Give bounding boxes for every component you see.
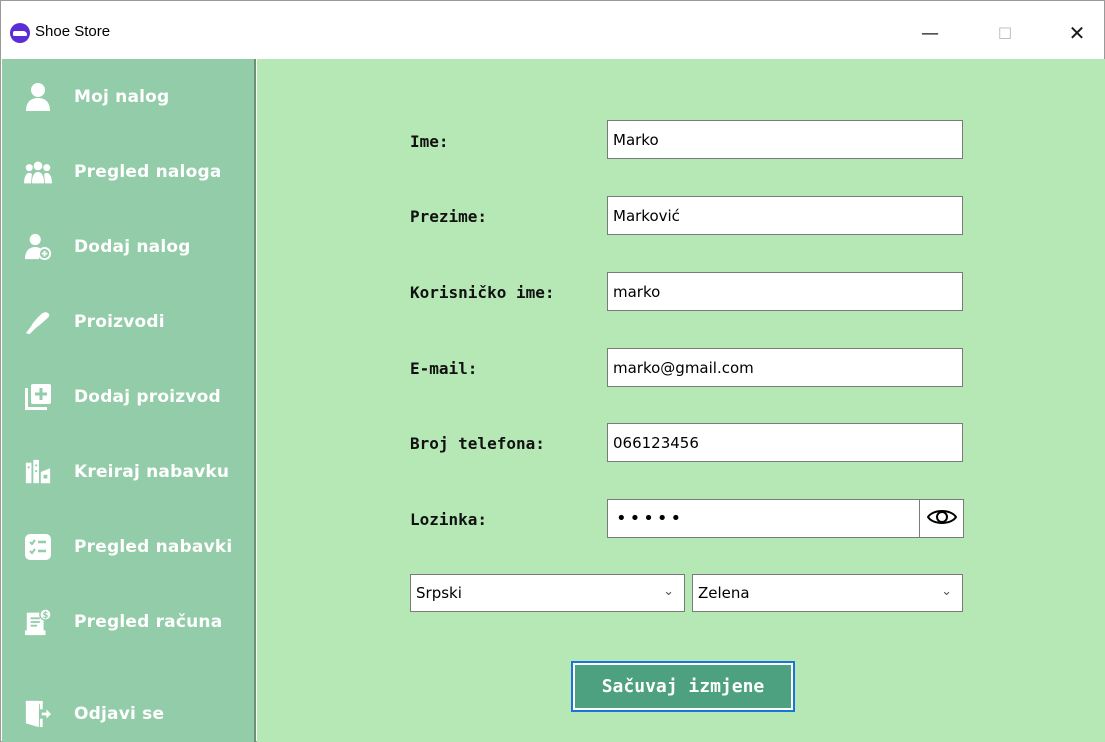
- first-name-label: Ime:: [410, 132, 449, 151]
- show-password-button[interactable]: [919, 499, 964, 538]
- sidebar-item-label: Pregled naloga: [74, 162, 222, 182]
- minimize-button[interactable]: —: [908, 11, 952, 55]
- sidebar-item-label: Kreiraj nabavku: [74, 462, 230, 482]
- language-select[interactable]: Srpski ⌄: [410, 574, 685, 612]
- last-name-label: Prezime:: [410, 207, 488, 226]
- username-field[interactable]: marko: [607, 272, 963, 311]
- sidebar-item-label: Pregled nabavki: [74, 537, 233, 557]
- sidebar-item-proizvodi[interactable]: Proizvodi: [2, 292, 254, 352]
- users-group-icon: [24, 158, 52, 186]
- last-name-field[interactable]: Marković: [607, 196, 963, 235]
- chevron-down-icon: ⌄: [663, 584, 674, 599]
- sidebar-item-odjavi-se[interactable]: Odjavi se: [2, 684, 254, 742]
- sidebar-item-moj-nalog[interactable]: Moj nalog: [2, 67, 254, 127]
- close-button[interactable]: ✕: [1055, 11, 1099, 55]
- sidebar-item-dodaj-proizvod[interactable]: Dodaj proizvod: [2, 367, 254, 427]
- sidebar-item-pregled-naloga[interactable]: Pregled naloga: [2, 142, 254, 202]
- add-box-icon: [24, 383, 52, 411]
- phone-field[interactable]: 066123456: [607, 423, 963, 462]
- window-title: Shoe Store: [35, 23, 111, 40]
- shoe-icon: [24, 308, 52, 336]
- receipt-icon: $: [24, 608, 52, 636]
- user-icon: [24, 83, 52, 111]
- sidebar-item-label: Proizvodi: [74, 312, 165, 332]
- theme-select-value: Zelena: [698, 584, 750, 602]
- sidebar-item-label: Dodaj nalog: [74, 237, 191, 257]
- save-changes-button[interactable]: Sačuvaj izmjene: [571, 661, 795, 712]
- sidebar-item-dodaj-nalog[interactable]: Dodaj nalog: [2, 217, 254, 277]
- chevron-down-icon: ⌄: [941, 584, 952, 599]
- app-logo-icon: [10, 23, 30, 43]
- warehouse-icon: [24, 458, 52, 486]
- app-window: Shoe Store — ☐ ✕ Moj nalog Pregled nalog…: [0, 0, 1105, 742]
- maximize-button[interactable]: ☐: [983, 11, 1027, 55]
- phone-label: Broj telefona:: [410, 434, 545, 453]
- password-field[interactable]: •••••: [607, 499, 919, 538]
- sidebar-item-label: Odjavi se: [74, 704, 165, 724]
- sidebar-item-label: Dodaj proizvod: [74, 387, 221, 407]
- password-label: Lozinka:: [410, 510, 488, 529]
- sidebar: Moj nalog Pregled naloga Dodaj nalog Pro…: [2, 59, 256, 742]
- logout-icon: [24, 700, 52, 728]
- svg-text:$: $: [43, 610, 49, 620]
- add-user-icon: [24, 233, 52, 261]
- sidebar-item-pregled-nabavki[interactable]: Pregled nabavki: [2, 517, 254, 577]
- checklist-icon: [24, 533, 52, 561]
- sidebar-item-label: Pregled računa: [74, 612, 223, 632]
- theme-select[interactable]: Zelena ⌄: [692, 574, 963, 612]
- eye-icon: [926, 507, 957, 531]
- account-form: Ime: Marko Prezime: Marković Korisničko …: [257, 59, 1105, 742]
- sidebar-item-label: Moj nalog: [74, 87, 170, 107]
- email-field[interactable]: marko@gmail.com: [607, 348, 963, 387]
- email-label: E-mail:: [410, 359, 478, 378]
- sidebar-item-kreiraj-nabavku[interactable]: Kreiraj nabavku: [2, 442, 254, 502]
- sidebar-item-pregled-racuna[interactable]: $ Pregled računa: [2, 592, 254, 652]
- language-select-value: Srpski: [416, 584, 462, 602]
- title-bar[interactable]: Shoe Store — ☐ ✕: [1, 1, 1104, 59]
- username-label: Korisničko ime:: [410, 283, 555, 302]
- first-name-field[interactable]: Marko: [607, 120, 963, 159]
